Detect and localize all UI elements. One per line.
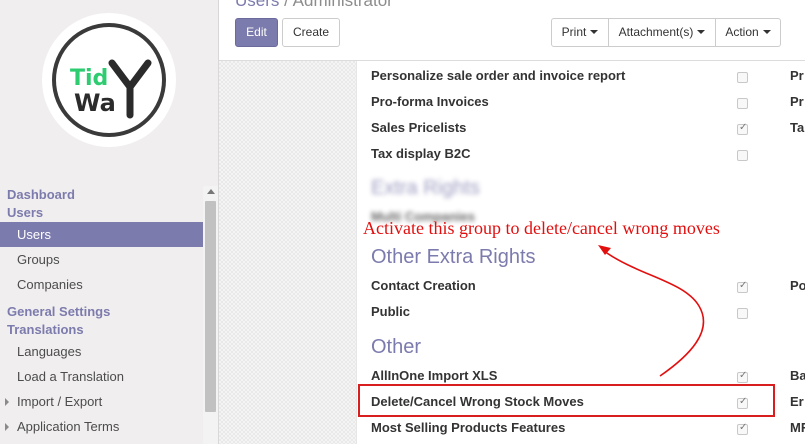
menu-heading-dashboard[interactable]: Dashboard [0,186,203,204]
sidebar-item-application-terms[interactable]: Application Terms [0,414,203,439]
breadcrumb: Users / Administrator [235,0,393,11]
logo-ring: Tid Wa [52,23,166,137]
chevron-down-icon [762,30,771,34]
company-logo[interactable]: Tid Wa [42,13,176,147]
scroll-up-arrow-icon[interactable] [207,189,215,194]
menu-heading-users[interactable]: Users [0,204,203,222]
sidebar-item-label: Application Terms [17,419,120,434]
sidebar-item-users[interactable]: Users [0,222,203,247]
annotation-arrow-icon [598,245,705,377]
breadcrumb-separator: / [284,0,289,10]
sidebar-item-load-translation[interactable]: Load a Translation [0,364,203,389]
logo-text-top: Tid [70,66,108,91]
sidebar-menu: Dashboard Users Users Groups Companies G… [0,186,203,439]
action-label: Action [725,25,759,39]
expand-caret-icon [5,398,9,406]
sidebar-item-companies[interactable]: Companies [0,272,203,297]
chevron-down-icon [590,30,599,34]
attachments-label: Attachment(s) [618,25,694,39]
print-dropdown-button[interactable]: Print [551,18,609,47]
scrollbar-thumb[interactable] [205,201,216,412]
edit-button[interactable]: Edit [235,18,278,47]
logo-mark-icon: Tid Wa [70,59,152,119]
sidebar: Tid Wa Dashboard Users Users Groups Comp… [0,0,219,444]
control-panel: Users / Administrator Edit Create Print … [219,0,805,61]
attachments-dropdown-button[interactable]: Attachment(s) [608,18,716,47]
sidebar-item-import-export[interactable]: Import / Export [0,389,203,414]
breadcrumb-users-link[interactable]: Users [235,0,279,10]
print-label: Print [561,25,587,39]
logo-face: Tid Wa [56,27,162,133]
menu-heading-general-settings[interactable]: General Settings [0,303,203,321]
expand-caret-icon [5,423,9,431]
menu-heading-translations[interactable]: Translations [0,321,203,339]
chevron-down-icon [697,30,706,34]
breadcrumb-current: Administrator [292,0,393,10]
create-button[interactable]: Create [282,18,340,47]
sidebar-item-groups[interactable]: Groups [0,247,203,272]
logo-text-bottom: Wa [74,89,116,117]
form-view: Personalize sale order and invoice repor… [219,61,805,444]
sidebar-item-languages[interactable]: Languages [0,339,203,364]
sidebar-scrollbar[interactable] [203,186,218,444]
sidebar-item-label: Import / Export [17,394,103,409]
action-dropdown-button[interactable]: Action [715,18,781,47]
